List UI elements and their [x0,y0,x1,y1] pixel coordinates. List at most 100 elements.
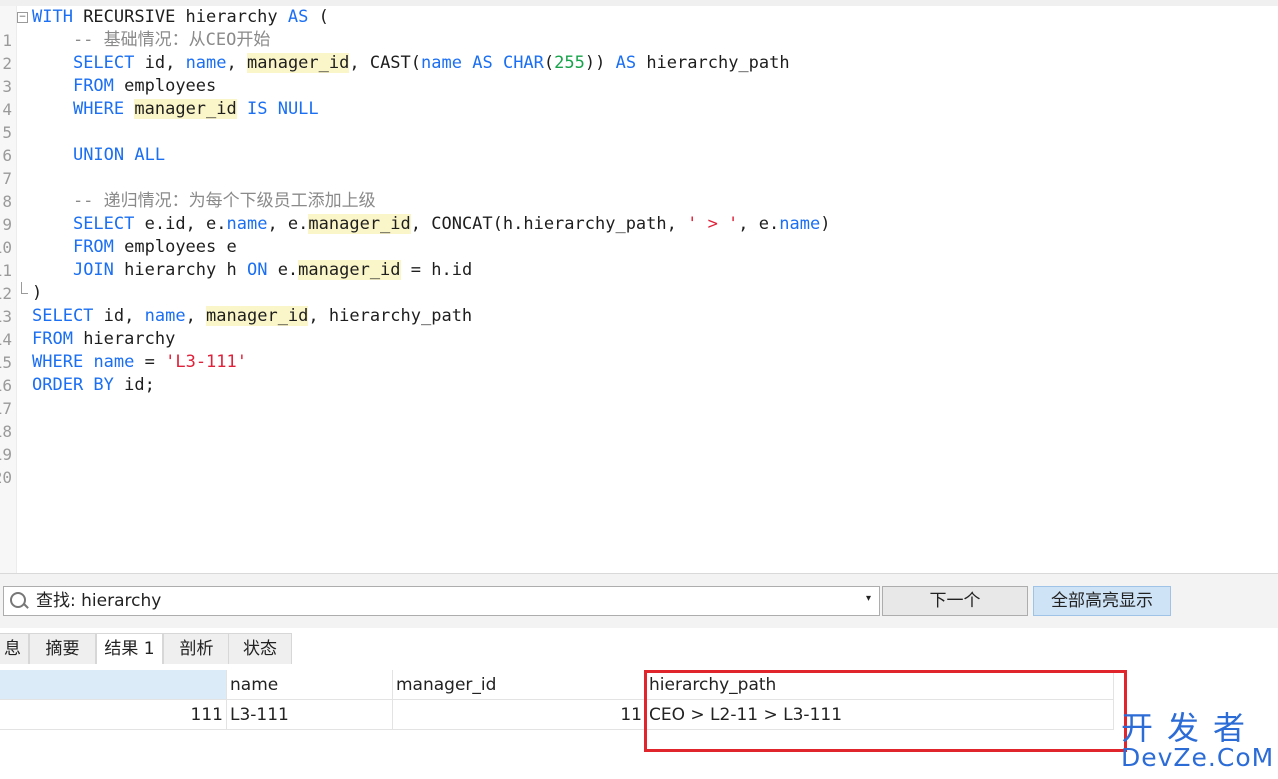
code-line-11[interactable]: 11 FROM employees e [0,236,237,280]
code-text: id; [113,375,155,395]
code-text: , [185,306,207,326]
code-text: id, [93,306,145,326]
keyword: name [779,214,821,234]
sql-editor[interactable]: 1 − WITH RECURSIVE hierarchy AS ( 2 -- 基… [0,6,1278,573]
string-literal: 'L3-111' [165,352,247,372]
table-cell-id[interactable]: 111 [0,700,227,730]
code-line-4[interactable]: 4 FROM employees [0,75,216,119]
code-line-1[interactable]: 1 − WITH RECURSIVE hierarchy AS ( [0,6,329,50]
keyword: SELECT [72,214,135,234]
search-icon [10,592,26,608]
code-text: = h.id [400,260,473,280]
code-text: e.id, e. [134,214,227,234]
keyword: name [144,306,186,326]
find-next-button[interactable]: 下一个 [882,586,1028,616]
code-text: hierarchy h [113,260,247,280]
search-highlight: manager_id [298,260,401,280]
code-text: employees e [113,237,237,257]
keyword: ON [246,260,268,280]
keyword: CHAR [502,53,544,73]
callout-box [644,670,1127,752]
code-line-12[interactable]: 12 JOIN hierarchy h ON e.manager_id = h.… [0,259,472,303]
watermark-logo: 开发者 DevZe.CoM [1121,710,1274,772]
watermark-line-2: DevZe.CoM [1121,743,1275,772]
code-text: employees [113,76,217,96]
string-literal: ' > ' [687,214,739,234]
code-line-17[interactable]: 17 ORDER BY id; [0,374,155,418]
code-line-15[interactable]: 15 FROM hierarchy [0,328,175,372]
code-line-7[interactable]: 7 UNION ALL [0,144,165,188]
code-line-10[interactable]: 10 SELECT e.id, e.name, e.manager_id, CO… [0,213,830,257]
keyword: name [421,53,462,73]
find-bar: 查找: hierarchy ▾ 下一个 全部高亮显示 [0,573,1278,629]
code-text: , CONCAT(h.hierarchy_path, [410,214,688,234]
keyword: JOIN [72,260,114,280]
keyword: FROM [72,237,114,257]
comment: -- 递归情况：为每个下级员工添加上级 [32,191,376,211]
code-line-3[interactable]: 3 SELECT id, name, manager_id, CAST(name… [0,52,790,96]
keyword: FROM [32,329,73,349]
code-text: , [226,53,247,73]
fold-toggle-icon[interactable]: − [17,12,28,23]
code-line-6[interactable]: 6 [0,121,41,165]
code-line-16[interactable]: 16 WHERE name = 'L3-111' [0,351,247,395]
highlight-all-button[interactable]: 全部高亮显示 [1033,586,1171,616]
search-highlight: manager_id [206,306,309,326]
column-header-name[interactable]: name [227,670,393,700]
comment: -- 基础情况：从CEO开始 [32,30,271,50]
code-line-13[interactable]: 13 ) [0,282,43,326]
code-text: e. [267,260,299,280]
code-line-2[interactable]: 2 -- 基础情况：从CEO开始 [0,29,270,73]
tab-result-1[interactable]: 结果 1 [96,633,163,665]
code-line-9[interactable]: 9 -- 递归情况：为每个下级员工添加上级 [0,190,375,234]
tab-summary[interactable]: 摘要 [29,633,96,664]
find-input[interactable]: 查找: hierarchy ▾ [3,586,880,616]
code-text: , e. [267,214,309,234]
table-cell-manager-id[interactable]: 11 [393,700,646,730]
keyword: SELECT [72,53,135,73]
code-text: ( [308,7,329,27]
tab-status[interactable]: 状态 [228,633,292,664]
table-cell-name[interactable]: L3-111 [227,700,393,730]
keyword: SELECT [32,306,94,326]
tab-profile[interactable]: 剖析 [163,633,230,664]
code-text: ) [32,283,43,303]
code-line-8[interactable]: 8 [0,167,41,211]
result-tabs: 息 摘要 结果 1 剖析 状态 [0,628,1278,665]
code-line-18[interactable]: 18 [0,397,41,441]
search-highlight: manager_id [247,53,350,73]
code-line-14[interactable]: 14 SELECT id, name, manager_id, hierarch… [0,305,472,349]
line-number: 20 [0,468,12,487]
column-header-id[interactable] [0,670,227,700]
code-text: , e. [738,214,780,234]
fold-end-icon [21,282,28,294]
chevron-down-icon[interactable]: ▾ [866,593,871,604]
keyword: AS [287,7,309,27]
column-header-manager-id[interactable]: manager_id [393,670,646,700]
code-text: , CAST( [349,53,422,73]
search-highlight: manager_id [308,214,411,234]
code-line-20[interactable]: 20 [0,443,41,487]
keyword: IS NULL [247,99,319,119]
keyword: name [226,214,268,234]
keyword: AS [615,53,637,73]
code-line-5[interactable]: 5 WHERE manager_id IS NULL [0,98,319,142]
watermark-line-1: 开发者 [1121,709,1260,747]
code-line-19[interactable]: 19 [0,420,41,464]
code-text: ( [543,53,555,73]
code-text: ) [820,214,831,234]
code-text: RECURSIVE hierarchy [72,7,288,27]
keyword: name [93,352,135,372]
tab-message[interactable]: 息 [0,633,29,664]
keyword: WHERE [32,352,84,372]
find-input-value: 查找: hierarchy [36,591,162,611]
